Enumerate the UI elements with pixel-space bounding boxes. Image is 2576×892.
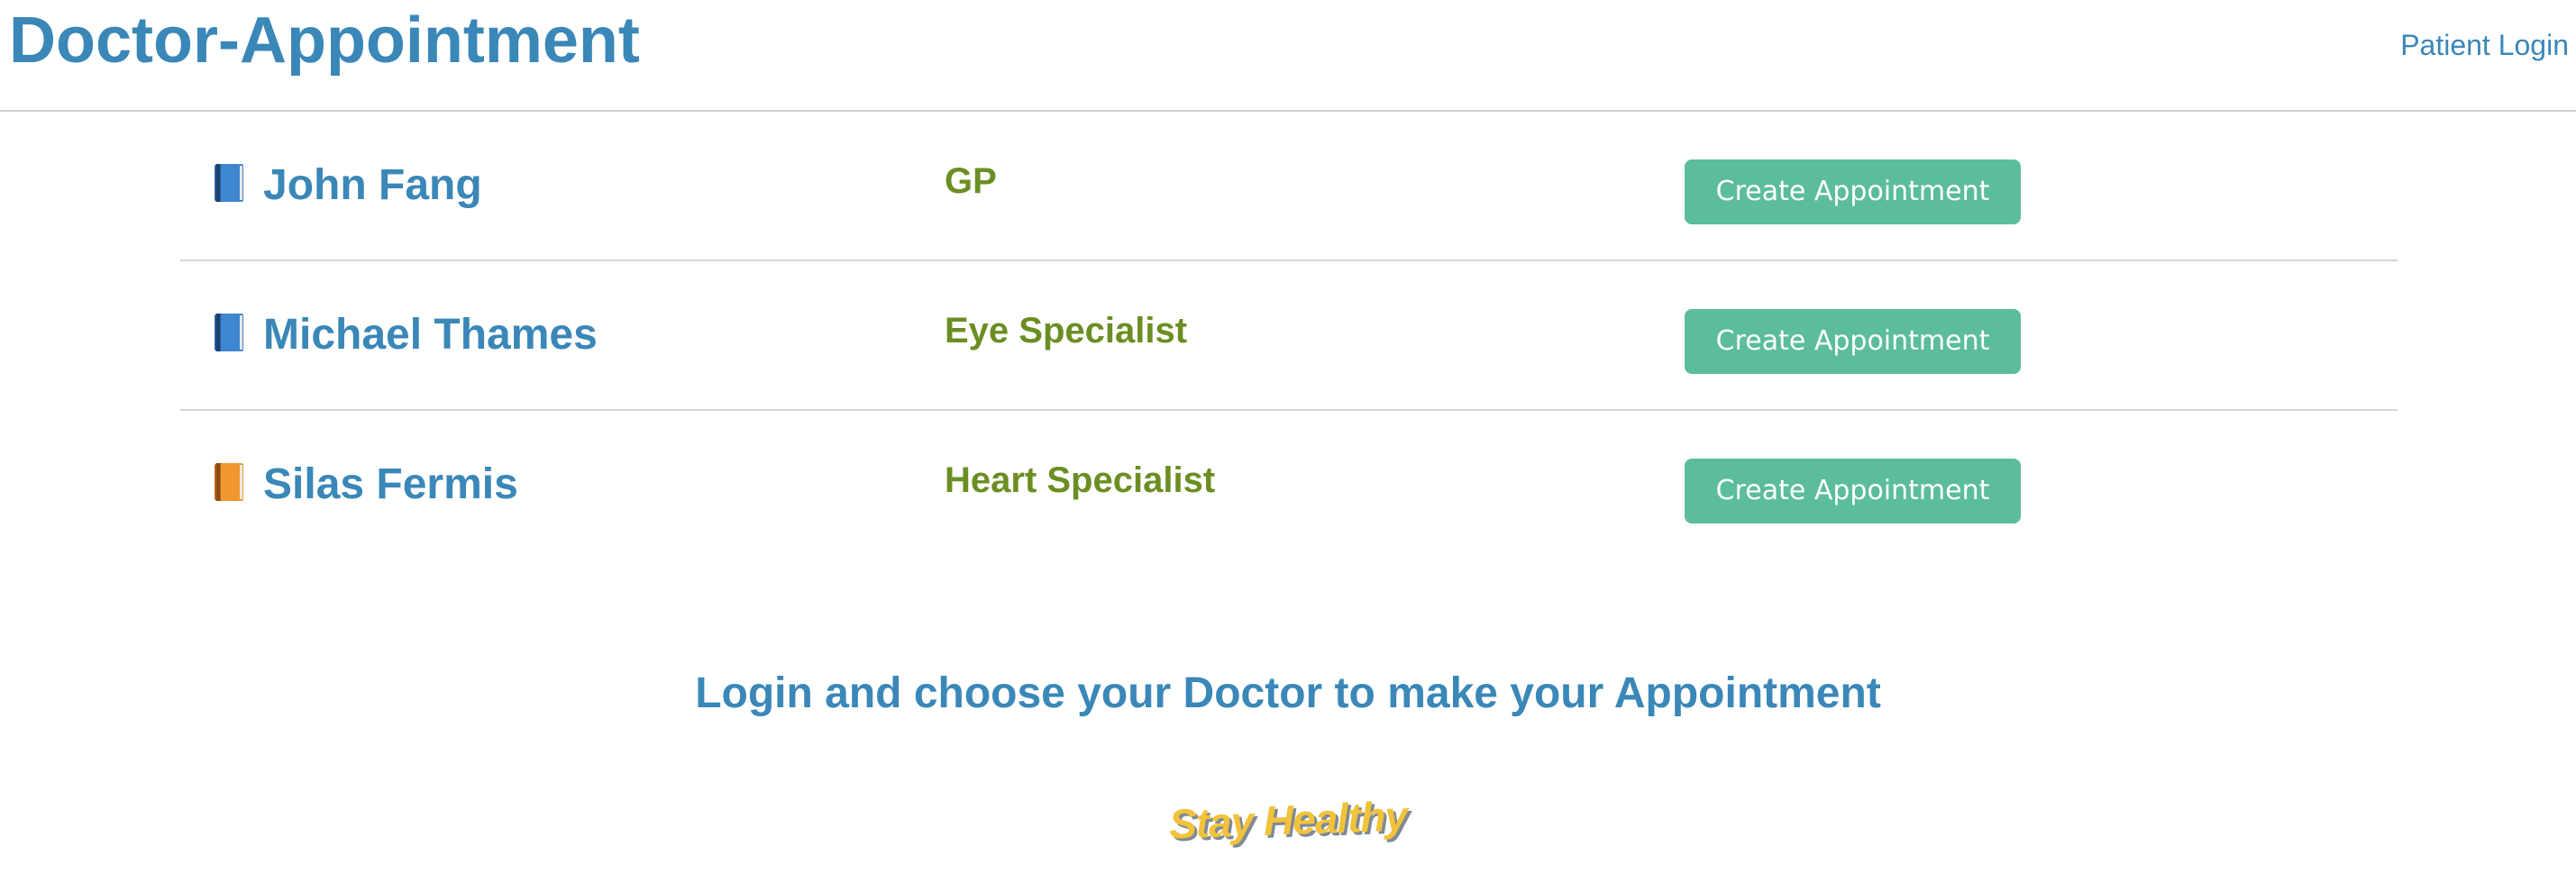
top-navbar: Doctor-Appointment Patient Login [0,0,2576,112]
create-appointment-button[interactable]: Create Appointment [1685,159,2021,224]
orange-book-icon [213,461,245,503]
doctor-name: John Fang [263,161,482,209]
create-appointment-button[interactable]: Create Appointment [1685,309,2021,374]
doctor-specialty: Heart Specialist [945,460,1216,500]
doctor-name: Michael Thames [263,311,598,359]
doctor-list: John Fang GP Create Appointment Michael … [180,112,2398,560]
brand-title[interactable]: Doctor-Appointment [9,2,640,79]
doctor-row: Silas Fermis Heart Specialist Create App… [180,411,2398,560]
doctor-specialty: GP [945,161,997,201]
doctor-name: Silas Fermis [263,460,518,508]
doctor-row: Michael Thames Eye Specialist Create App… [180,261,2398,411]
blue-book-icon [213,312,245,353]
doctor-specialty: Eye Specialist [945,311,1188,350]
blue-book-icon [213,162,245,204]
create-appointment-button[interactable]: Create Appointment [1685,459,2021,523]
doctor-row: John Fang GP Create Appointment [180,112,2398,261]
stay-healthy-tagline: Stay Healthy [1168,792,1408,848]
login-call-to-action: Login and choose your Doctor to make you… [695,669,1881,717]
patient-login-link[interactable]: Patient Login [2400,27,2569,63]
